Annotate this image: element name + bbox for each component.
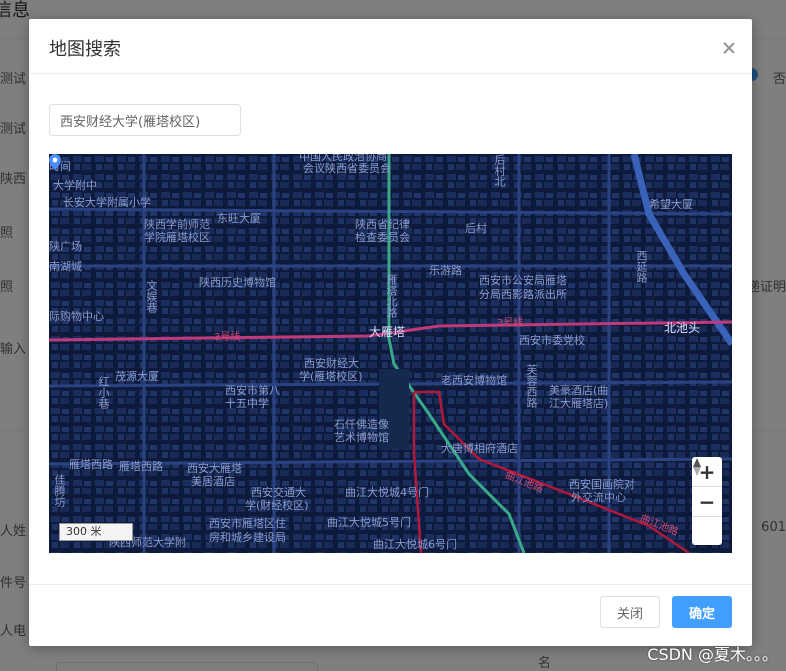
map-search-dialog: 地图搜索 西安财经大学(雁塔校区) 时间 大学附中 长安大学附属小学 中国人民政… bbox=[29, 19, 752, 646]
close-button[interactable]: 关闭 bbox=[600, 596, 660, 628]
map-scale-bar: 300 米 bbox=[59, 523, 133, 541]
zoom-out-button[interactable]: − bbox=[692, 487, 722, 517]
confirm-button[interactable]: 确定 bbox=[672, 596, 732, 628]
close-icon[interactable] bbox=[720, 39, 738, 57]
map-view[interactable]: 时间 大学附中 长安大学附属小学 中国人民政治协商 会议陕西省委员会 陕西学前师… bbox=[49, 154, 732, 553]
map-search-input[interactable] bbox=[49, 104, 241, 136]
watermark: CSDN @夏木。。。 bbox=[647, 645, 778, 664]
location-pin-icon[interactable] bbox=[49, 154, 61, 170]
map-canvas bbox=[49, 154, 732, 553]
dialog-title: 地图搜索 bbox=[49, 39, 121, 60]
dialog-footer: 关闭 确定 bbox=[29, 584, 752, 646]
dialog-header: 地图搜索 bbox=[29, 19, 752, 74]
zoom-control: + − bbox=[692, 457, 722, 545]
compass-icon[interactable] bbox=[692, 458, 722, 545]
